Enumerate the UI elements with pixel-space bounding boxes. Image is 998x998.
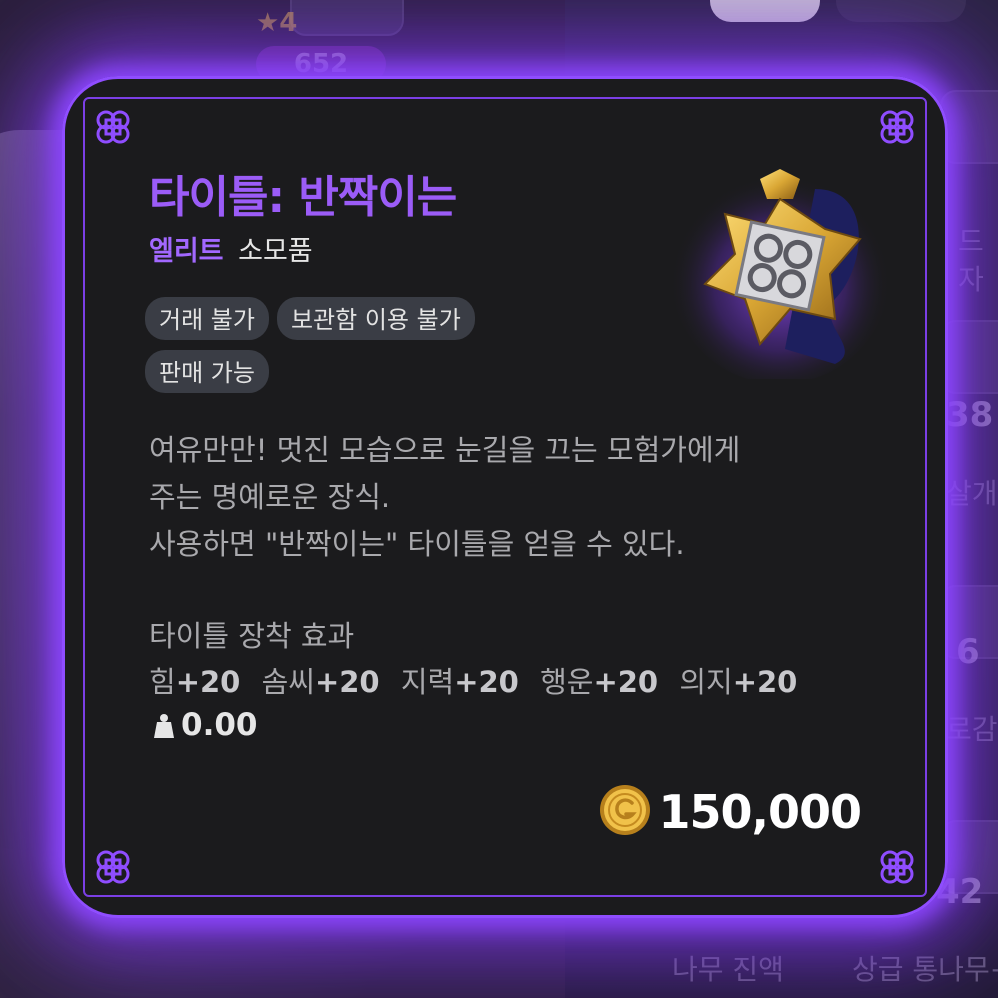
item-subtitle: 엘리트 소모품 [149, 229, 313, 268]
stat-dex: 솜씨+20 [261, 665, 380, 699]
effect-heading: 타이틀 장착 효과 [149, 619, 355, 653]
item-price: 150,000 [598, 783, 862, 841]
stat-will: 의지+20 [679, 665, 798, 699]
tag-sellable: 판매 가능 [145, 350, 269, 393]
description-line: 여유만만! 멋진 모습으로 눈길을 끄는 모험가에게 [149, 433, 741, 467]
background-label: 살개 [946, 477, 998, 510]
stat-int: 지력+20 [400, 665, 519, 699]
knot-ornament-icon [875, 105, 919, 149]
stat-str: 힘+20 [149, 665, 241, 699]
background-label: 상급 통나무+ [852, 953, 998, 986]
item-title: 타이틀: 반짝이는 [149, 172, 457, 223]
background-item-slot [940, 320, 998, 394]
item-weight: 0.00 [153, 707, 258, 743]
background-item-slot [940, 90, 998, 164]
background-item-slot [290, 0, 404, 36]
knot-ornament-icon [875, 845, 919, 889]
knot-ornament-icon [91, 845, 135, 889]
background-label: 나무 진액 [672, 953, 784, 986]
background-label: 드 [958, 225, 984, 258]
background-number: 6 [956, 632, 980, 672]
gold-coin-icon [598, 783, 652, 841]
tag-untradable: 거래 불가 [145, 297, 269, 340]
background-number: 38 [946, 395, 994, 435]
background-label: 로감 [946, 713, 998, 746]
item-tags: 거래 불가 보관함 이용 불가판매 가능 [145, 297, 585, 403]
item-tooltip: 타이틀: 반짝이는 엘리트 소모품 거래 불가 보관함 이용 불가판매 가능 여… [62, 76, 948, 918]
background-tab-button [836, 0, 966, 22]
title-medal-icon [665, 149, 895, 384]
weight-icon [154, 714, 174, 738]
description-line: 사용하면 "반짝이는" 타이틀을 얻을 수 있다. [149, 527, 685, 561]
background-tab-button [710, 0, 820, 22]
description-line: 주는 명예로운 장식. [149, 480, 391, 514]
stat-bonuses: 힘+20 솜씨+20 지력+20 행운+20 의지+20 [149, 659, 809, 701]
knot-ornament-icon [91, 105, 135, 149]
background-label: 자 [958, 263, 984, 296]
item-description: 여유만만! 멋진 모습으로 눈길을 끄는 모험가에게 주는 명예로운 장식. 사… [149, 427, 740, 568]
price-value: 150,000 [658, 785, 862, 839]
weight-value: 0.00 [181, 707, 258, 743]
item-type: 소모품 [238, 236, 313, 267]
tag-no-storage: 보관함 이용 불가 [276, 297, 475, 340]
background-star-rating: ★4 [256, 8, 298, 38]
item-grade: 엘리트 [149, 236, 224, 267]
stat-luck: 행운+20 [540, 665, 659, 699]
